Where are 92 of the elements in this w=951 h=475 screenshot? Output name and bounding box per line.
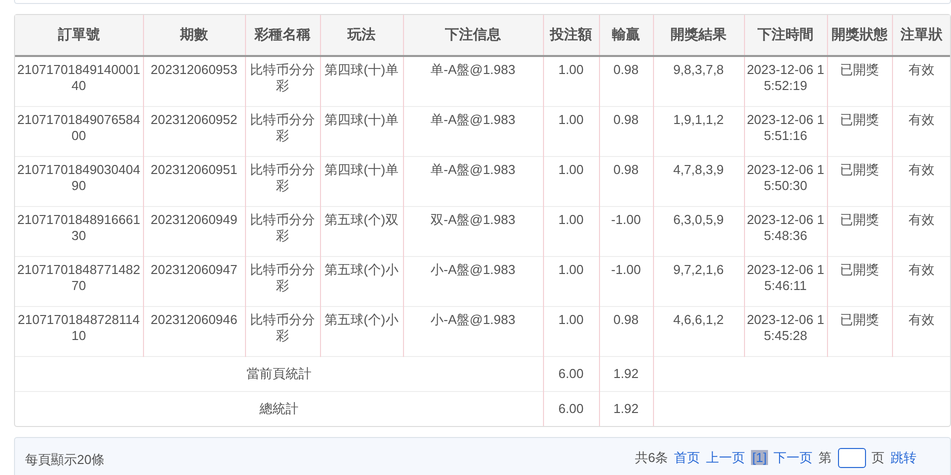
total-count: 共6条	[635, 448, 668, 466]
table-cell: 2107170184903040490	[15, 156, 143, 206]
table-cell: 1.00	[543, 156, 599, 206]
first-page-link[interactable]: 首页	[674, 448, 700, 466]
table-cell: 1.00	[543, 306, 599, 356]
goto-link[interactable]: 跳转	[890, 448, 917, 466]
table-cell: 2023-12-06 15:52:19	[744, 56, 827, 106]
table-cell: 4,6,6,1,2	[653, 306, 744, 356]
table-cell: 2107170184891666130	[15, 206, 143, 256]
column-header: 訂單號	[15, 15, 143, 56]
table-cell: 第四球(十)单	[320, 56, 403, 106]
table-cell: 202312060949	[143, 206, 245, 256]
table-cell: 2023-12-06 15:51:16	[744, 106, 827, 156]
table-cell: 1.92	[599, 356, 653, 391]
table-cell: 2023-12-06 15:45:28	[744, 306, 827, 356]
table-cell: 已開獎	[827, 156, 892, 206]
column-header: 輸贏	[599, 15, 653, 56]
prev-page-link[interactable]: 上一页	[706, 448, 746, 466]
table-cell: 0.98	[599, 106, 653, 156]
table-cell: 1.00	[543, 106, 599, 156]
table-cell: 202312060953	[143, 56, 245, 106]
table-cell: 第五球(个)小	[320, 306, 403, 356]
table-cell: 1,9,1,1,2	[653, 106, 744, 156]
table-cell: 比特币分分彩	[245, 156, 320, 206]
table-cell: 9,7,2,1,6	[653, 256, 744, 306]
table-cell: 小-A盤@1.983	[403, 306, 543, 356]
table-cell: 2023-12-06 15:46:11	[744, 256, 827, 306]
table-cell: 有效	[892, 106, 950, 156]
summary-label: 當前頁統計	[15, 356, 543, 391]
summary-label: 總統計	[15, 391, 543, 426]
table-cell: 2023-12-06 15:50:30	[744, 156, 827, 206]
table-cell: 比特币分分彩	[245, 106, 320, 156]
table-cell: 已開獎	[827, 106, 892, 156]
table-cell: 1.00	[543, 56, 599, 106]
table-cell: 比特币分分彩	[245, 256, 320, 306]
column-header: 玩法	[320, 15, 403, 56]
table-cell: 已開獎	[827, 56, 892, 106]
table-cell: 比特币分分彩	[245, 306, 320, 356]
table-cell: 202312060947	[143, 256, 245, 306]
table-cell: 第四球(十)单	[320, 156, 403, 206]
table-cell: 6,3,0,5,9	[653, 206, 744, 256]
table-cell: 6.00	[543, 356, 599, 391]
next-page-link[interactable]: 下一页	[774, 448, 813, 466]
table-cell: 有效	[892, 306, 950, 356]
table-cell: -1.00	[599, 256, 653, 306]
column-header: 注單狀	[892, 15, 950, 56]
table-cell: 单-A盤@1.983	[403, 106, 543, 156]
table-cell: 小-A盤@1.983	[403, 256, 543, 306]
table-cell: 1.00	[543, 256, 599, 306]
table-cell: 比特币分分彩	[245, 56, 320, 106]
table-cell: 单-A盤@1.983	[403, 156, 543, 206]
goto-label: 页	[872, 448, 885, 466]
table-cell: 2107170184877148270	[15, 256, 143, 306]
column-header: 期數	[143, 15, 245, 56]
table-cell: -1.00	[599, 206, 653, 256]
goto-label: 第	[818, 448, 832, 466]
table-cell: 第四球(十)单	[320, 106, 403, 156]
table-cell: 已開獎	[827, 256, 892, 306]
table-cell: 第五球(个)双	[320, 206, 403, 256]
column-header: 開獎結果	[653, 15, 744, 56]
column-header: 投注額	[543, 15, 599, 56]
page-input[interactable]	[838, 448, 866, 468]
table-cell: 有效	[892, 256, 950, 306]
column-header: 下注信息	[403, 15, 543, 56]
table-cell: 2107170184872811410	[15, 306, 143, 356]
table-cell: 1.92	[599, 391, 653, 426]
table-cell: 1.00	[543, 206, 599, 256]
table-cell: 双-A盤@1.983	[403, 206, 543, 256]
table-cell: 0.98	[599, 56, 653, 106]
table-cell: 2107170184907658400	[15, 106, 143, 156]
table-cell: 4,7,8,3,9	[653, 156, 744, 206]
table-cell: 已開獎	[827, 306, 892, 356]
table-cell: 9,8,3,7,8	[653, 56, 744, 106]
table-cell: 2107170184914000140	[15, 56, 143, 106]
table-cell: 0.98	[599, 306, 653, 356]
table-cell: 单-A盤@1.983	[403, 56, 543, 106]
column-header: 彩種名稱	[245, 15, 320, 56]
table-cell: 0.98	[599, 156, 653, 206]
table-cell: 202312060951	[143, 156, 245, 206]
table-cell: 有效	[892, 56, 950, 106]
table-cell: 202312060946	[143, 306, 245, 356]
per-page-text: 每頁顯示20條	[25, 450, 106, 468]
table-cell: 6.00	[543, 391, 599, 426]
table-cell: 有效	[892, 206, 950, 256]
column-header: 開獎狀態	[827, 15, 892, 56]
table-cell: 比特币分分彩	[245, 206, 320, 256]
table-cell: 202312060952	[143, 106, 245, 156]
table-cell: 已開獎	[827, 206, 892, 256]
table-cell: 2023-12-06 15:48:36	[744, 206, 827, 256]
table-cell: 第五球(个)小	[320, 256, 403, 306]
table-cell: 有效	[892, 156, 950, 206]
column-header: 下注時間	[744, 15, 827, 56]
